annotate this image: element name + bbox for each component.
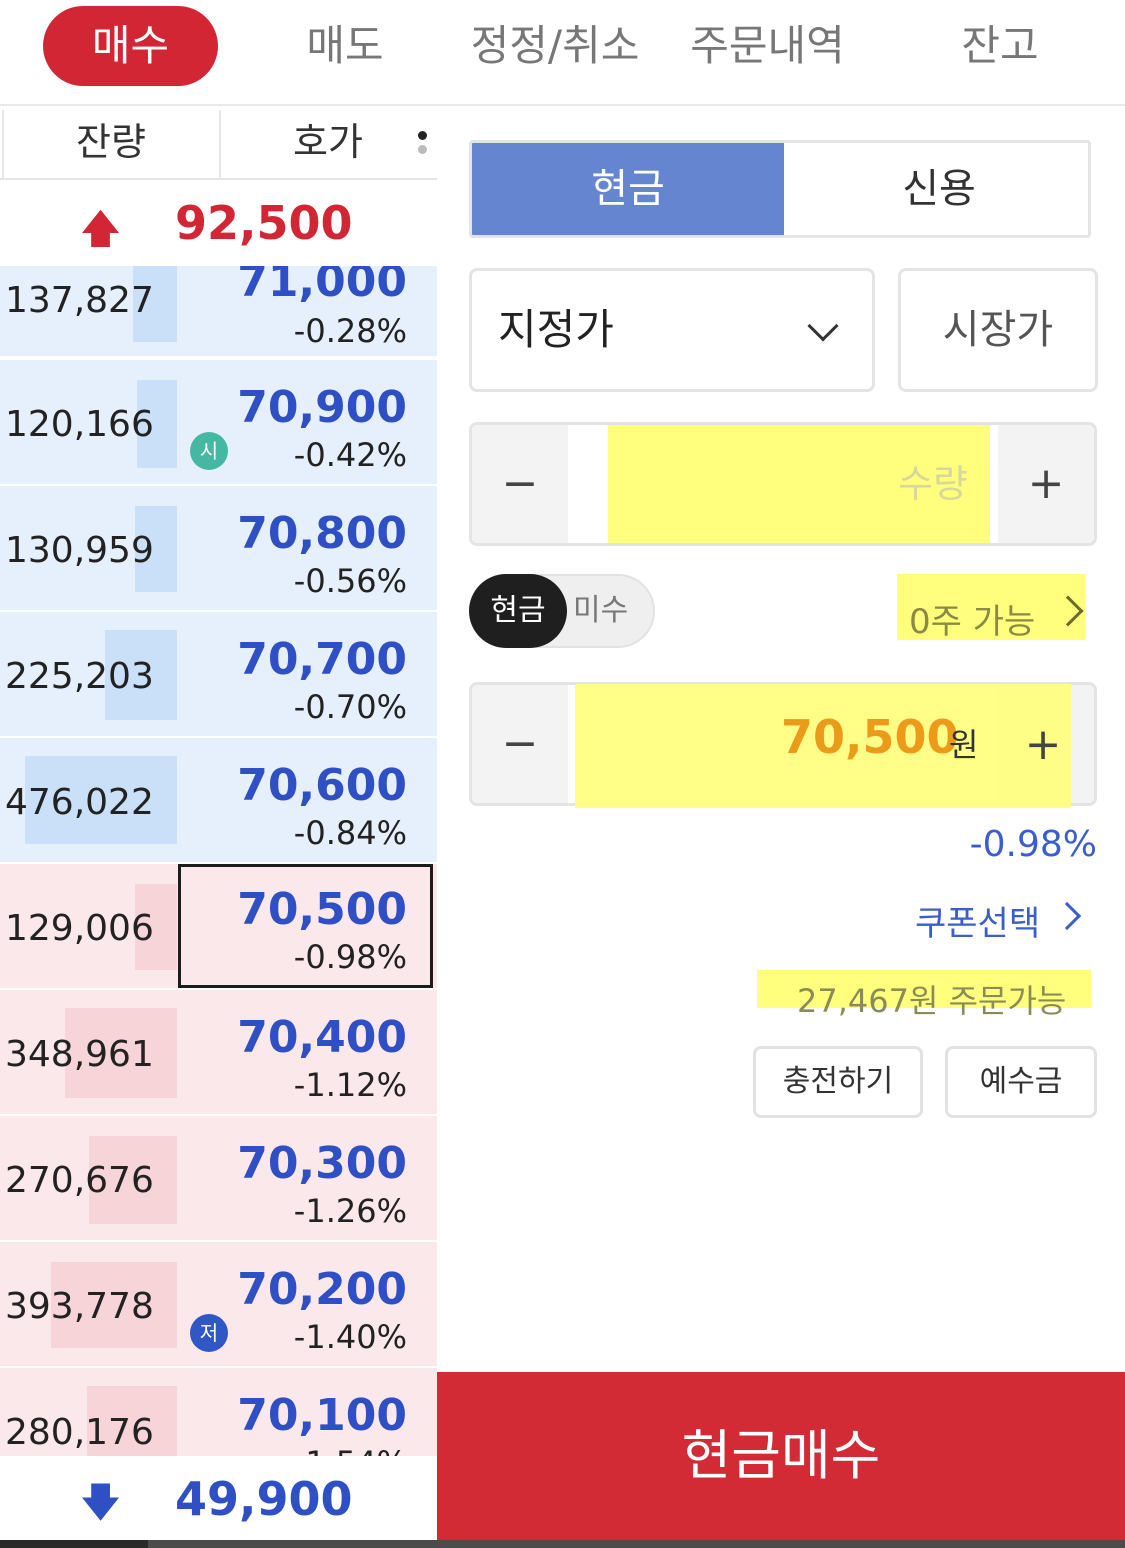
lower-limit-price: 49,900 (175, 1472, 353, 1526)
order-type-select[interactable]: 지정가 (469, 268, 875, 392)
scroll-thumb (0, 1540, 148, 1548)
order-book-rows: 137,827 71,000 -0.28% 120,166 시 70,900 -… (0, 266, 437, 1456)
available-shares-link[interactable]: 0주 가능 (909, 594, 1035, 643)
row-price: 70,900 (237, 382, 407, 433)
row-price: 70,100 (237, 1390, 407, 1441)
qty-minus-button[interactable]: − (472, 425, 568, 543)
tab-buy[interactable]: 매수 (43, 6, 218, 86)
ask-row[interactable]: 225,203 70,700 -0.70% (0, 612, 437, 738)
row-change: -0.42% (293, 436, 407, 474)
ask-row[interactable]: 476,022 70,600 -0.84% (0, 738, 437, 864)
market-price-label: 시장가 (942, 307, 1054, 353)
bid-row[interactable]: 280,176 70,100 -1.54% (0, 1368, 437, 1456)
more-vertical-icon[interactable] (418, 131, 428, 159)
toggle-unpaid[interactable]: 미수 (573, 576, 628, 646)
row-price: 70,800 (237, 508, 407, 559)
row-volume: 137,827 (5, 280, 154, 321)
cash-buy-button[interactable]: 현금매수 (437, 1372, 1125, 1540)
arrow-up-icon: 🡅 (80, 206, 122, 252)
bottom-indicator (0, 1540, 1125, 1548)
row-volume: 270,676 (5, 1160, 154, 1201)
row-change: -1.12% (293, 1066, 407, 1104)
price-unit: 원 (949, 726, 979, 764)
column-volume: 잔량 (76, 120, 146, 164)
row-price: 70,600 (237, 760, 407, 811)
orderable-amount: 27,467원 주문가능 (797, 982, 1067, 1020)
tab-sell[interactable]: 매도 (270, 6, 420, 86)
row-price: 70,500 (237, 884, 407, 935)
ask-row[interactable]: 130,959 70,800 -0.56% (0, 486, 437, 612)
tab-order-history[interactable]: 주문내역 (680, 6, 855, 86)
price-input[interactable]: 70,500 (781, 710, 959, 764)
order-type-value: 지정가 (498, 305, 614, 354)
row-change: -1.40% (293, 1318, 407, 1356)
row-volume: 129,006 (5, 908, 154, 949)
order-book-header: 잔량 호가 (0, 106, 437, 180)
row-volume: 476,022 (5, 782, 154, 823)
row-change: -0.98% (293, 938, 407, 976)
bid-row[interactable]: 393,778 저 70,200 -1.40% (0, 1242, 437, 1368)
price-minus-button[interactable]: − (472, 685, 568, 803)
credit-tab[interactable]: 신용 (784, 143, 1088, 235)
row-price: 70,400 (237, 1012, 407, 1063)
row-change: -0.84% (293, 814, 407, 852)
order-tabs: 매수 매도 정정/취소 주문내역 잔고 (0, 0, 1125, 106)
open-price-badge: 시 (190, 432, 228, 470)
low-price-badge: 저 (190, 1314, 228, 1352)
row-price: 71,000 (237, 266, 407, 307)
row-price: 70,700 (237, 634, 407, 685)
price-change-rate: -0.98% (969, 824, 1097, 865)
row-volume: 280,176 (5, 1412, 154, 1453)
row-change: -1.26% (293, 1192, 407, 1230)
charge-button[interactable]: 충전하기 (753, 1046, 923, 1118)
coupon-select-link[interactable]: 쿠폰선택 (915, 896, 1040, 945)
bid-row[interactable]: 270,676 70,300 -1.26% (0, 1116, 437, 1242)
account-type-segment: 현금 신용 (469, 140, 1091, 238)
price-plus-button[interactable]: + (995, 684, 1091, 806)
bid-row-current[interactable]: 129,006 70,500 -0.98% (0, 864, 437, 990)
row-price: 70,200 (237, 1264, 407, 1315)
order-book: 잔량 호가 🡅 92,500 137,827 71,000 -0.28% 120… (0, 106, 437, 1544)
cash-tab[interactable]: 현금 (472, 143, 784, 235)
bid-row[interactable]: 348,961 70,400 -1.12% (0, 990, 437, 1116)
row-volume: 130,959 (5, 530, 154, 571)
market-price-button[interactable]: 시장가 (898, 268, 1098, 392)
tab-modify-cancel[interactable]: 정정/취소 (455, 6, 655, 86)
row-volume: 393,778 (5, 1286, 154, 1327)
column-price: 호가 (293, 120, 363, 164)
quantity-input[interactable]: 수량 (608, 425, 968, 543)
quantity-stepper: − 수량 + (469, 422, 1097, 546)
row-change: -0.56% (293, 562, 407, 600)
row-change: -0.70% (293, 688, 407, 726)
deposit-button[interactable]: 예수금 (945, 1046, 1097, 1118)
payment-toggle[interactable]: 현금 미수 (469, 574, 655, 648)
arrow-down-icon: 🡇 (80, 1480, 122, 1526)
row-price: 70,300 (237, 1138, 407, 1189)
upper-limit-row[interactable]: 🡅 92,500 (0, 180, 437, 268)
ask-row[interactable]: 120,166 시 70,900 -0.42% (0, 360, 437, 486)
row-volume: 348,961 (5, 1034, 154, 1075)
ask-row[interactable]: 137,827 71,000 -0.28% (0, 266, 437, 358)
qty-plus-button[interactable]: + (998, 425, 1094, 543)
row-volume: 120,166 (5, 404, 154, 445)
row-change: -0.28% (293, 312, 407, 350)
upper-limit-price: 92,500 (175, 196, 353, 250)
lower-limit-row[interactable]: 🡇 49,900 (0, 1456, 437, 1544)
chevron-right-icon (1052, 901, 1082, 931)
row-change: -1.54% (294, 1444, 407, 1456)
row-volume: 225,203 (5, 656, 154, 697)
tab-balance[interactable]: 잔고 (925, 6, 1075, 86)
order-panel: 현금 신용 지정가 시장가 − 수량 + 현금 미수 0주 가능 − 70,50… (437, 106, 1125, 1540)
chevron-down-icon (807, 310, 839, 342)
toggle-cash[interactable]: 현금 (469, 574, 567, 648)
